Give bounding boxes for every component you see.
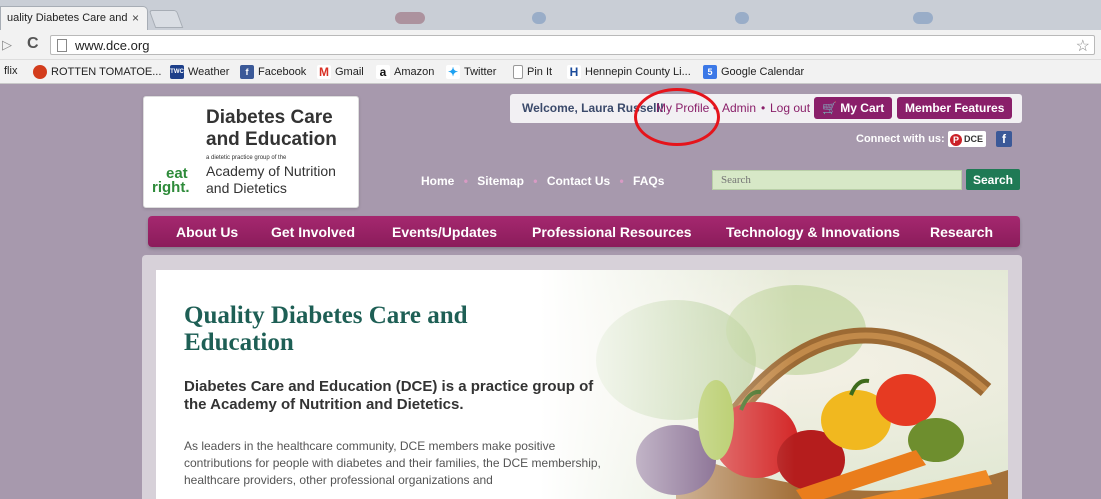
bookmarks-bar: flix ROTTEN TOMATOE... TWC Weather f Fac… [0, 60, 1101, 84]
bookmark-twitter[interactable]: ✦ Twitter [446, 65, 496, 79]
new-tab-button[interactable] [148, 10, 184, 28]
main-nav: About Us Get Involved Events/Updates Pro… [148, 216, 1020, 247]
hero-subtitle: Diabetes Care and Education (DCE) is a p… [184, 378, 594, 413]
tomato-icon [33, 65, 47, 79]
site-logo[interactable]: Diabetes Care and Education a dietetic p… [143, 96, 359, 208]
hero-panel: Quality Diabetes Care and Education Diab… [156, 270, 1008, 499]
pinterest-icon: P [950, 133, 962, 146]
bookmark-netflix[interactable]: flix [4, 65, 17, 77]
blurred-tab-icon [735, 12, 749, 24]
browser-tab-strip: uality Diabetes Care and × [0, 0, 1101, 30]
connect-label: Connect with us: [856, 133, 945, 145]
facebook-icon: f [240, 65, 254, 79]
bookmark-weather[interactable]: TWC Weather [170, 65, 229, 79]
address-bar[interactable]: www.dce.org ☆ [50, 35, 1095, 55]
nav-contact-us[interactable]: Contact Us [547, 174, 610, 188]
browser-toolbar: ▷ C www.dce.org ☆ [0, 30, 1101, 60]
member-features-button[interactable]: Member Features [897, 97, 1013, 119]
forward-icon[interactable]: ▷ [2, 37, 12, 53]
blurred-tab-icon [532, 12, 546, 24]
bookmark-pin-it[interactable]: Pin It [513, 65, 552, 79]
nav-technology-innovations[interactable]: Technology & Innovations [726, 224, 900, 240]
blurred-tab-icon [913, 12, 933, 24]
separator: • [619, 174, 624, 188]
search-button[interactable]: Search [966, 169, 1020, 190]
blurred-tab-icon [395, 12, 425, 24]
nav-get-involved[interactable]: Get Involved [271, 224, 355, 240]
separator: • [533, 174, 538, 188]
annotation-circle [634, 88, 720, 146]
twc-icon: TWC [170, 65, 184, 79]
hero-body: As leaders in the healthcare community, … [184, 439, 601, 487]
bookmark-rotten-tomatoes[interactable]: ROTTEN TOMATOE... [33, 65, 161, 79]
logo-tagline: a dietetic practice group of the [206, 155, 287, 161]
bookmark-amazon[interactable]: a Amazon [376, 65, 434, 79]
page-icon [513, 65, 523, 79]
tab-title: uality Diabetes Care and [7, 12, 128, 24]
bookmark-gmail[interactable]: M Gmail [317, 65, 364, 79]
hero-title: Quality Diabetes Care and Education [184, 302, 468, 356]
cart-icon: 🛒 [822, 101, 837, 115]
bookmark-star-icon[interactable]: ☆ [1076, 36, 1090, 56]
hennepin-icon: H [567, 65, 581, 79]
amazon-icon: a [376, 65, 390, 79]
utility-nav: Home • Sitemap • Contact Us • FAQs [421, 174, 670, 188]
twitter-icon: ✦ [446, 65, 460, 79]
gmail-icon: M [317, 65, 331, 79]
bookmark-hennepin[interactable]: H Hennepin County Li... [567, 65, 691, 79]
nav-faqs[interactable]: FAQs [633, 174, 664, 188]
pinterest-link[interactable]: P DCE [948, 131, 986, 147]
nav-events-updates[interactable]: Events/Updates [392, 224, 497, 240]
reload-icon[interactable]: C [27, 35, 39, 53]
nav-professional-resources[interactable]: Professional Resources [532, 224, 692, 240]
page-icon [57, 39, 67, 52]
logout-link[interactable]: Log out [770, 101, 810, 115]
nav-about-us[interactable]: About Us [176, 224, 238, 240]
calendar-icon: 5 [703, 65, 717, 79]
nav-research[interactable]: Research [930, 224, 993, 240]
browser-tab[interactable]: uality Diabetes Care and × [0, 6, 148, 30]
my-cart-button[interactable]: 🛒 My Cart [814, 97, 893, 119]
facebook-icon[interactable]: f [996, 131, 1012, 147]
eatright-logo: eat right. [152, 165, 190, 196]
bookmark-facebook[interactable]: f Facebook [240, 65, 306, 79]
user-bar: Welcome, Laura Russell! My Profile • Adm… [510, 94, 1022, 123]
url-text[interactable]: www.dce.org [75, 38, 149, 53]
nav-sitemap[interactable]: Sitemap [477, 174, 524, 188]
search-input[interactable] [712, 170, 962, 190]
admin-link[interactable]: Admin [722, 101, 756, 115]
close-tab-icon[interactable]: × [132, 11, 139, 25]
separator: • [761, 101, 766, 115]
bookmark-google-calendar[interactable]: 5 Google Calendar [703, 65, 804, 79]
logo-academy: Academy of Nutrition and Dietetics [206, 163, 336, 196]
separator: • [463, 174, 468, 188]
nav-home[interactable]: Home [421, 174, 454, 188]
logo-title: Diabetes Care and Education [206, 107, 337, 150]
